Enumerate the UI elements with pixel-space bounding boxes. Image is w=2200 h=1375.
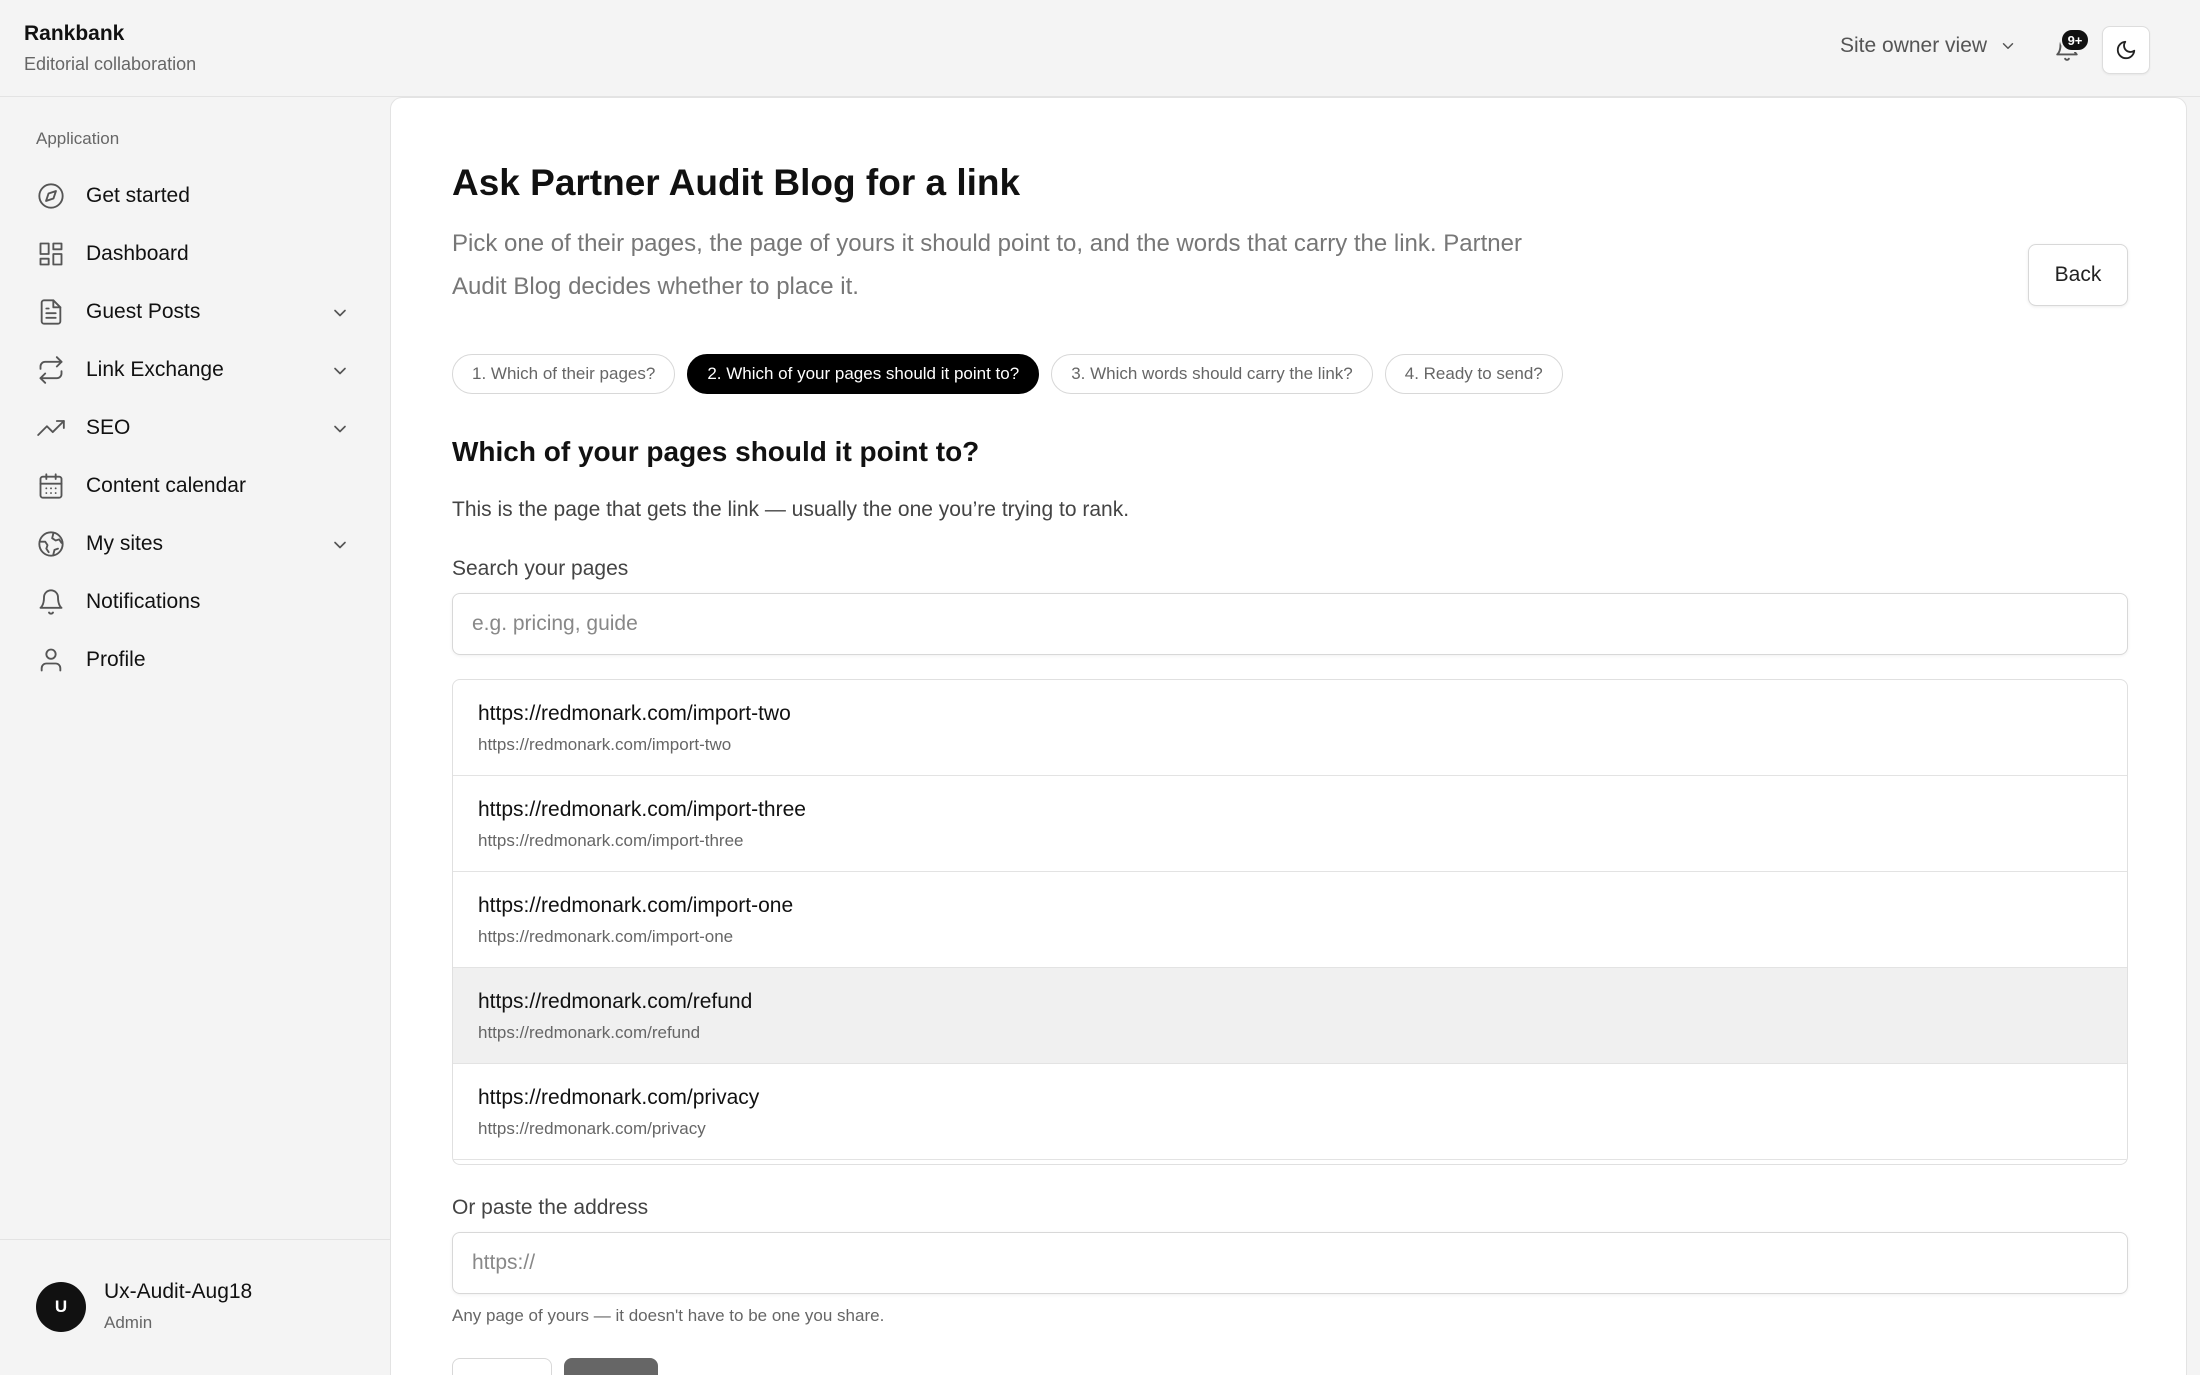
sidebar-item-label: Notifications	[86, 590, 201, 613]
page-title-text: https://redmonark.com/import-one	[478, 894, 794, 917]
list-item[interactable]: https://redmonark.com/privacy https://re…	[453, 1064, 2127, 1160]
document-icon	[36, 297, 66, 327]
list-item[interactable]: https://redmonark.com/import-three https…	[453, 776, 2127, 872]
previous-button[interactable]	[452, 1358, 552, 1375]
sidebar-item-notifications[interactable]: Notifications	[0, 573, 390, 631]
sidebar-item-seo[interactable]: SEO	[0, 399, 390, 457]
chevron-down-icon	[334, 425, 346, 433]
top-bar: Rankbank Editorial collaboration Site ow…	[0, 0, 2200, 97]
avatar: U	[36, 1282, 86, 1332]
sidebar-section-label: Application	[36, 129, 120, 148]
next-button[interactable]	[564, 1358, 658, 1375]
page-title-text: https://redmonark.com/import-three	[478, 798, 806, 821]
section-description: This is the page that gets the link — us…	[452, 498, 1130, 521]
page-title-text: https://redmonark.com/privacy	[478, 1086, 760, 1109]
bell-icon	[36, 587, 66, 617]
sidebar-item-label: Content calendar	[86, 474, 246, 497]
chevron-down-icon	[334, 367, 346, 375]
notification-count-badge: 9+	[2060, 28, 2090, 52]
sidebar-item-label: Link Exchange	[86, 358, 224, 381]
wizard-steps: 1. Which of their pages? 2. Which of you…	[452, 354, 1563, 394]
app-subtitle: Editorial collaboration	[24, 54, 197, 74]
page-list: https://redmonark.com/import-two https:/…	[452, 679, 2128, 1165]
list-item-selected[interactable]: https://redmonark.com/refund https://red…	[453, 968, 2127, 1064]
page-description: Pick one of their pages, the page of you…	[452, 230, 1522, 300]
back-button[interactable]: Back	[2028, 244, 2128, 306]
user-menu[interactable]: U Ux-Audit-Aug18 Admin	[0, 1239, 390, 1375]
paste-address-label: Or paste the address	[452, 1196, 649, 1219]
page-url-text: https://redmonark.com/import-one	[478, 927, 734, 946]
calendar-icon	[36, 471, 66, 501]
list-item[interactable]: https://redmonark.com/import-one https:/…	[453, 872, 2127, 968]
sidebar-item-profile[interactable]: Profile	[0, 631, 390, 689]
chevron-down-icon	[2002, 43, 2014, 49]
chevron-down-icon	[334, 309, 346, 317]
step-2[interactable]: 2. Which of your pages should it point t…	[687, 354, 1040, 394]
page-title-text: https://redmonark.com/refund	[478, 990, 753, 1013]
globe-icon	[36, 529, 66, 559]
page-title-text: https://redmonark.com/import-two	[478, 702, 791, 725]
search-input[interactable]	[452, 593, 2128, 655]
repeat-icon	[36, 355, 66, 385]
step-4[interactable]: 4. Ready to send?	[1384, 354, 1563, 394]
chevron-down-icon	[334, 541, 346, 549]
page-title: Ask Partner Audit Blog for a link	[452, 162, 1021, 203]
paste-address-hint: Any page of yours — it doesn't have to b…	[452, 1306, 885, 1325]
page-url-text: https://redmonark.com/import-three	[478, 831, 744, 850]
main-panel: Ask Partner Audit Blog for a link Pick o…	[390, 97, 2187, 1375]
step-1[interactable]: 1. Which of their pages?	[452, 354, 676, 394]
sidebar-item-my-sites[interactable]: My sites	[0, 515, 390, 573]
sidebar-nav: Get started Dashboard Guest Posts Link E…	[0, 167, 390, 689]
paste-address-input[interactable]	[452, 1232, 2128, 1294]
step-3[interactable]: 3. Which words should carry the link?	[1051, 354, 1373, 394]
list-item[interactable]: https://redmonark.com/import-two https:/…	[453, 680, 2127, 776]
sidebar-item-content-calendar[interactable]: Content calendar	[0, 457, 390, 515]
user-icon	[36, 645, 66, 675]
sidebar-item-label: SEO	[86, 416, 131, 439]
sidebar-item-label: My sites	[86, 532, 164, 555]
sidebar-item-label: Guest Posts	[86, 300, 201, 323]
search-label: Search your pages	[452, 557, 629, 580]
user-role: Admin	[104, 1313, 153, 1332]
sidebar-item-get-started[interactable]: Get started	[0, 167, 390, 225]
sidebar-item-label: Profile	[86, 648, 146, 671]
sidebar-item-guest-posts[interactable]: Guest Posts	[0, 283, 390, 341]
app-name: Rankbank	[24, 22, 125, 45]
view-switcher-label: Site owner view	[1840, 34, 1988, 57]
sidebar-item-link-exchange[interactable]: Link Exchange	[0, 341, 390, 399]
user-name: Ux-Audit-Aug18	[104, 1280, 253, 1303]
notifications-button[interactable]: 9+	[2052, 28, 2090, 66]
sidebar: Application Get started Dashboard Guest …	[0, 97, 390, 1375]
view-switcher[interactable]: Site owner view	[1840, 34, 2017, 58]
trending-up-icon	[36, 413, 66, 443]
compass-icon	[36, 181, 66, 211]
moon-icon	[2116, 40, 2136, 60]
page-url-text: https://redmonark.com/refund	[478, 1023, 701, 1042]
page-url-text: https://redmonark.com/privacy	[478, 1119, 706, 1138]
sidebar-item-label: Dashboard	[86, 242, 189, 265]
section-title: Which of your pages should it point to?	[452, 436, 980, 467]
page-url-text: https://redmonark.com/import-two	[478, 735, 732, 754]
sidebar-item-dashboard[interactable]: Dashboard	[0, 225, 390, 283]
sidebar-item-label: Get started	[86, 184, 190, 207]
grid-icon	[36, 239, 66, 269]
theme-toggle-button[interactable]	[2102, 26, 2150, 74]
